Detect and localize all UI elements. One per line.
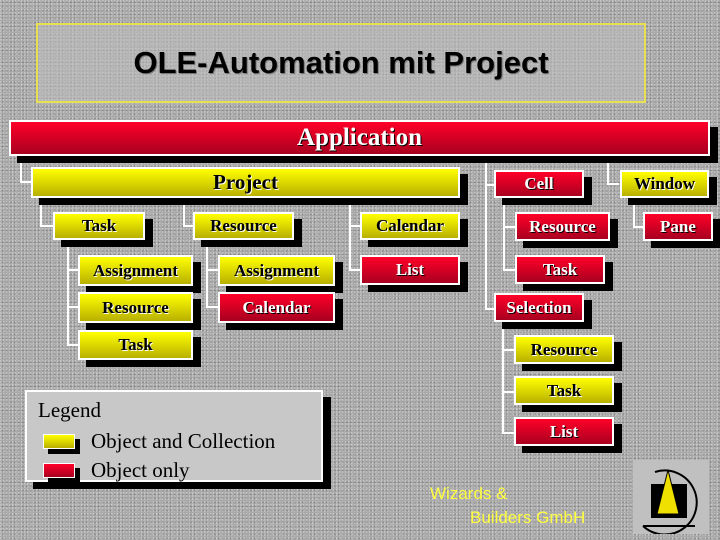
node-application[interactable]: Application	[9, 120, 710, 156]
connector	[349, 197, 351, 271]
connector	[503, 200, 505, 271]
node-selection-resource[interactable]: Resource	[514, 335, 614, 364]
connector	[206, 243, 208, 308]
connector	[20, 155, 22, 183]
node-window-pane[interactable]: Pane	[643, 212, 713, 241]
company-name: Wizards & Builders GmbH	[430, 484, 586, 527]
legend-item: Object and Collection	[43, 429, 275, 454]
legend-item: Object only	[43, 458, 190, 483]
legend: Legend Object and Collection Object only	[25, 390, 323, 482]
connector	[485, 155, 487, 310]
node-cell[interactable]: Cell	[494, 170, 584, 198]
company-logo-icon	[633, 460, 709, 536]
node-project[interactable]: Project	[31, 167, 460, 198]
node-selection[interactable]: Selection	[494, 293, 584, 322]
node-task-resource[interactable]: Resource	[78, 292, 193, 323]
node-cell-resource[interactable]: Resource	[515, 212, 610, 241]
connector	[503, 269, 515, 271]
node-project-task[interactable]: Task	[53, 212, 145, 240]
connector	[206, 306, 218, 308]
node-project-list[interactable]: List	[360, 255, 460, 285]
legend-title: Legend	[38, 398, 101, 422]
connector	[40, 197, 42, 227]
connector	[67, 243, 69, 346]
connector	[503, 226, 515, 228]
legend-swatch-yellow	[43, 434, 75, 449]
node-resource-calendar[interactable]: Calendar	[218, 292, 335, 323]
node-cell-task[interactable]: Task	[515, 255, 605, 284]
connector	[206, 269, 218, 271]
node-window[interactable]: Window	[620, 170, 709, 198]
connector	[183, 197, 185, 227]
page-title: OLE-Automation mit Project	[133, 45, 549, 80]
connector	[607, 183, 619, 185]
node-resource-assignment[interactable]: Assignment	[218, 255, 335, 286]
connector	[502, 432, 514, 434]
title-box: OLE-Automation mit Project	[36, 23, 646, 103]
connector	[633, 200, 635, 228]
legend-swatch-red	[43, 463, 75, 478]
connector	[502, 391, 514, 393]
node-selection-task[interactable]: Task	[514, 376, 614, 405]
node-project-resource[interactable]: Resource	[193, 212, 294, 240]
connector	[607, 155, 609, 185]
node-selection-list[interactable]: List	[514, 417, 614, 446]
connector	[40, 225, 54, 227]
node-project-calendar[interactable]: Calendar	[360, 212, 460, 240]
connector	[502, 349, 514, 351]
node-task-task[interactable]: Task	[78, 330, 193, 360]
connector	[502, 325, 504, 433]
node-task-assignment[interactable]: Assignment	[78, 255, 193, 286]
